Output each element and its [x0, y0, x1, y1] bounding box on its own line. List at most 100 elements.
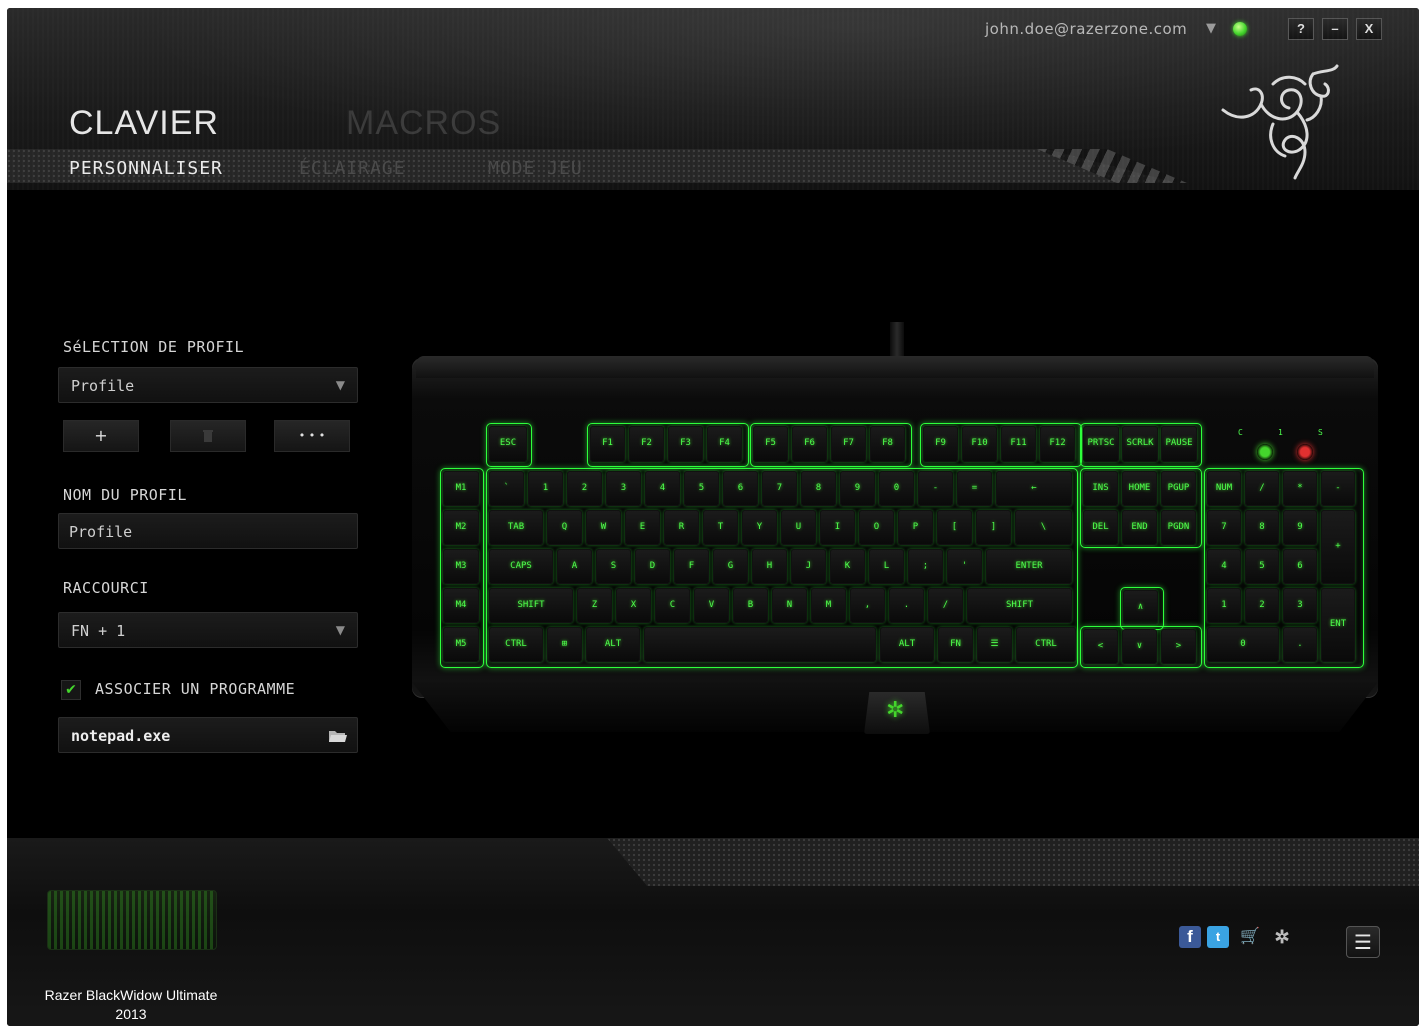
key-[interactable]: ; — [908, 549, 943, 584]
key-p[interactable]: P — [898, 510, 933, 545]
more-options-button[interactable]: • • • — [274, 420, 350, 452]
key-z[interactable]: Z — [577, 588, 612, 623]
key-[interactable]: ∧ — [1123, 590, 1158, 625]
key-2[interactable]: 2 — [1245, 588, 1279, 623]
key-prtsc[interactable]: PRTSC — [1083, 426, 1119, 462]
key-5[interactable]: 5 — [684, 471, 719, 506]
key-8[interactable]: 8 — [801, 471, 836, 506]
key-g[interactable]: G — [713, 549, 748, 584]
account-email[interactable]: john.doe@razerzone.com — [985, 20, 1187, 38]
key-d[interactable]: D — [635, 549, 670, 584]
key-m3[interactable]: M3 — [443, 549, 479, 584]
key-pgup[interactable]: PGUP — [1161, 471, 1196, 506]
minimize-button[interactable]: – — [1322, 18, 1348, 40]
tab-clavier[interactable]: CLAVIER — [69, 104, 219, 143]
key-m2[interactable]: M2 — [443, 510, 479, 545]
key-pgdn[interactable]: PGDN — [1161, 510, 1196, 545]
key-[interactable]: * — [1283, 471, 1317, 506]
add-profile-button[interactable]: + — [63, 420, 139, 452]
key-scrlk[interactable]: SCRLK — [1122, 426, 1158, 462]
key-shift[interactable]: SHIFT — [489, 588, 573, 623]
key-f6[interactable]: F6 — [792, 426, 827, 462]
key-7[interactable]: 7 — [762, 471, 797, 506]
key-c[interactable]: C — [655, 588, 690, 623]
key-space[interactable] — [644, 627, 876, 662]
key-[interactable]: / — [1245, 471, 1279, 506]
key-[interactable]: ☰ — [977, 627, 1012, 662]
key-q[interactable]: Q — [547, 510, 582, 545]
key-end[interactable]: END — [1122, 510, 1157, 545]
key-[interactable]: , — [850, 588, 885, 623]
facebook-icon[interactable]: f — [1179, 926, 1201, 948]
synapse-icon[interactable]: ✲ — [1271, 926, 1293, 948]
key-ent[interactable]: ENT — [1321, 588, 1355, 662]
menu-button[interactable]: ☰ — [1346, 926, 1380, 958]
key-[interactable]: ⊞ — [547, 627, 582, 662]
key-o[interactable]: O — [859, 510, 894, 545]
device-thumbnail[interactable] — [47, 890, 217, 950]
key-f11[interactable]: F11 — [1001, 426, 1036, 462]
key-1[interactable]: 1 — [528, 471, 563, 506]
folder-icon[interactable] — [329, 730, 347, 742]
key-alt[interactable]: ALT — [880, 627, 934, 662]
key-m5[interactable]: M5 — [443, 627, 479, 662]
key-h[interactable]: H — [752, 549, 787, 584]
key-ctrl[interactable]: CTRL — [1016, 627, 1076, 662]
key-l[interactable]: L — [869, 549, 904, 584]
tab-macros[interactable]: MACROS — [346, 104, 501, 143]
key-[interactable]: > — [1161, 629, 1196, 664]
key-i[interactable]: I — [820, 510, 855, 545]
key-tab[interactable]: TAB — [489, 510, 543, 545]
key-alt[interactable]: ALT — [586, 627, 640, 662]
key-b[interactable]: B — [733, 588, 768, 623]
key-f2[interactable]: F2 — [629, 426, 664, 462]
key-j[interactable]: J — [791, 549, 826, 584]
key-del[interactable]: DEL — [1083, 510, 1118, 545]
key-v[interactable]: V — [694, 588, 729, 623]
key-f[interactable]: F — [674, 549, 709, 584]
key-2[interactable]: 2 — [567, 471, 602, 506]
key-[interactable]: [ — [937, 510, 972, 545]
key-k[interactable]: K — [830, 549, 865, 584]
key-6[interactable]: 6 — [723, 471, 758, 506]
key-u[interactable]: U — [781, 510, 816, 545]
key-fn[interactable]: FN — [938, 627, 973, 662]
key-m4[interactable]: M4 — [443, 588, 479, 623]
key-[interactable]: / — [928, 588, 963, 623]
key-[interactable]: ' — [947, 549, 982, 584]
key-f8[interactable]: F8 — [870, 426, 905, 462]
key-r[interactable]: R — [664, 510, 699, 545]
key-f12[interactable]: F12 — [1040, 426, 1075, 462]
key-3[interactable]: 3 — [606, 471, 641, 506]
subtab-mode-jeu[interactable]: MODE JEU — [488, 158, 583, 179]
key-m[interactable]: M — [811, 588, 846, 623]
key-4[interactable]: 4 — [1207, 549, 1241, 584]
key-f1[interactable]: F1 — [590, 426, 625, 462]
key-x[interactable]: X — [616, 588, 651, 623]
key-n[interactable]: N — [772, 588, 807, 623]
key-4[interactable]: 4 — [645, 471, 680, 506]
key-[interactable]: . — [1283, 627, 1317, 662]
key-ins[interactable]: INS — [1083, 471, 1118, 506]
subtab-eclairage[interactable]: ÉCLAIRAGE — [299, 158, 406, 179]
key-[interactable]: < — [1083, 629, 1118, 664]
key-6[interactable]: 6 — [1283, 549, 1317, 584]
key-[interactable]: + — [1321, 510, 1355, 584]
key-3[interactable]: 3 — [1283, 588, 1317, 623]
account-dropdown-icon[interactable]: ▼ — [1206, 21, 1216, 36]
key-[interactable]: ] — [976, 510, 1011, 545]
key-[interactable]: - — [1321, 471, 1355, 506]
delete-profile-button[interactable] — [170, 420, 246, 452]
key-home[interactable]: HOME — [1122, 471, 1157, 506]
key-1[interactable]: 1 — [1207, 588, 1241, 623]
program-path-field[interactable]: notepad.exe — [58, 717, 358, 753]
key-f4[interactable]: F4 — [707, 426, 742, 462]
key-5[interactable]: 5 — [1245, 549, 1279, 584]
key-9[interactable]: 9 — [1283, 510, 1317, 545]
profile-name-field[interactable]: Profile — [58, 513, 358, 549]
key-f9[interactable]: F9 — [923, 426, 958, 462]
key-[interactable]: - — [918, 471, 953, 506]
key-num[interactable]: NUM — [1207, 471, 1241, 506]
key-esc[interactable]: ESC — [489, 426, 527, 462]
key-[interactable]: ∨ — [1122, 629, 1157, 664]
